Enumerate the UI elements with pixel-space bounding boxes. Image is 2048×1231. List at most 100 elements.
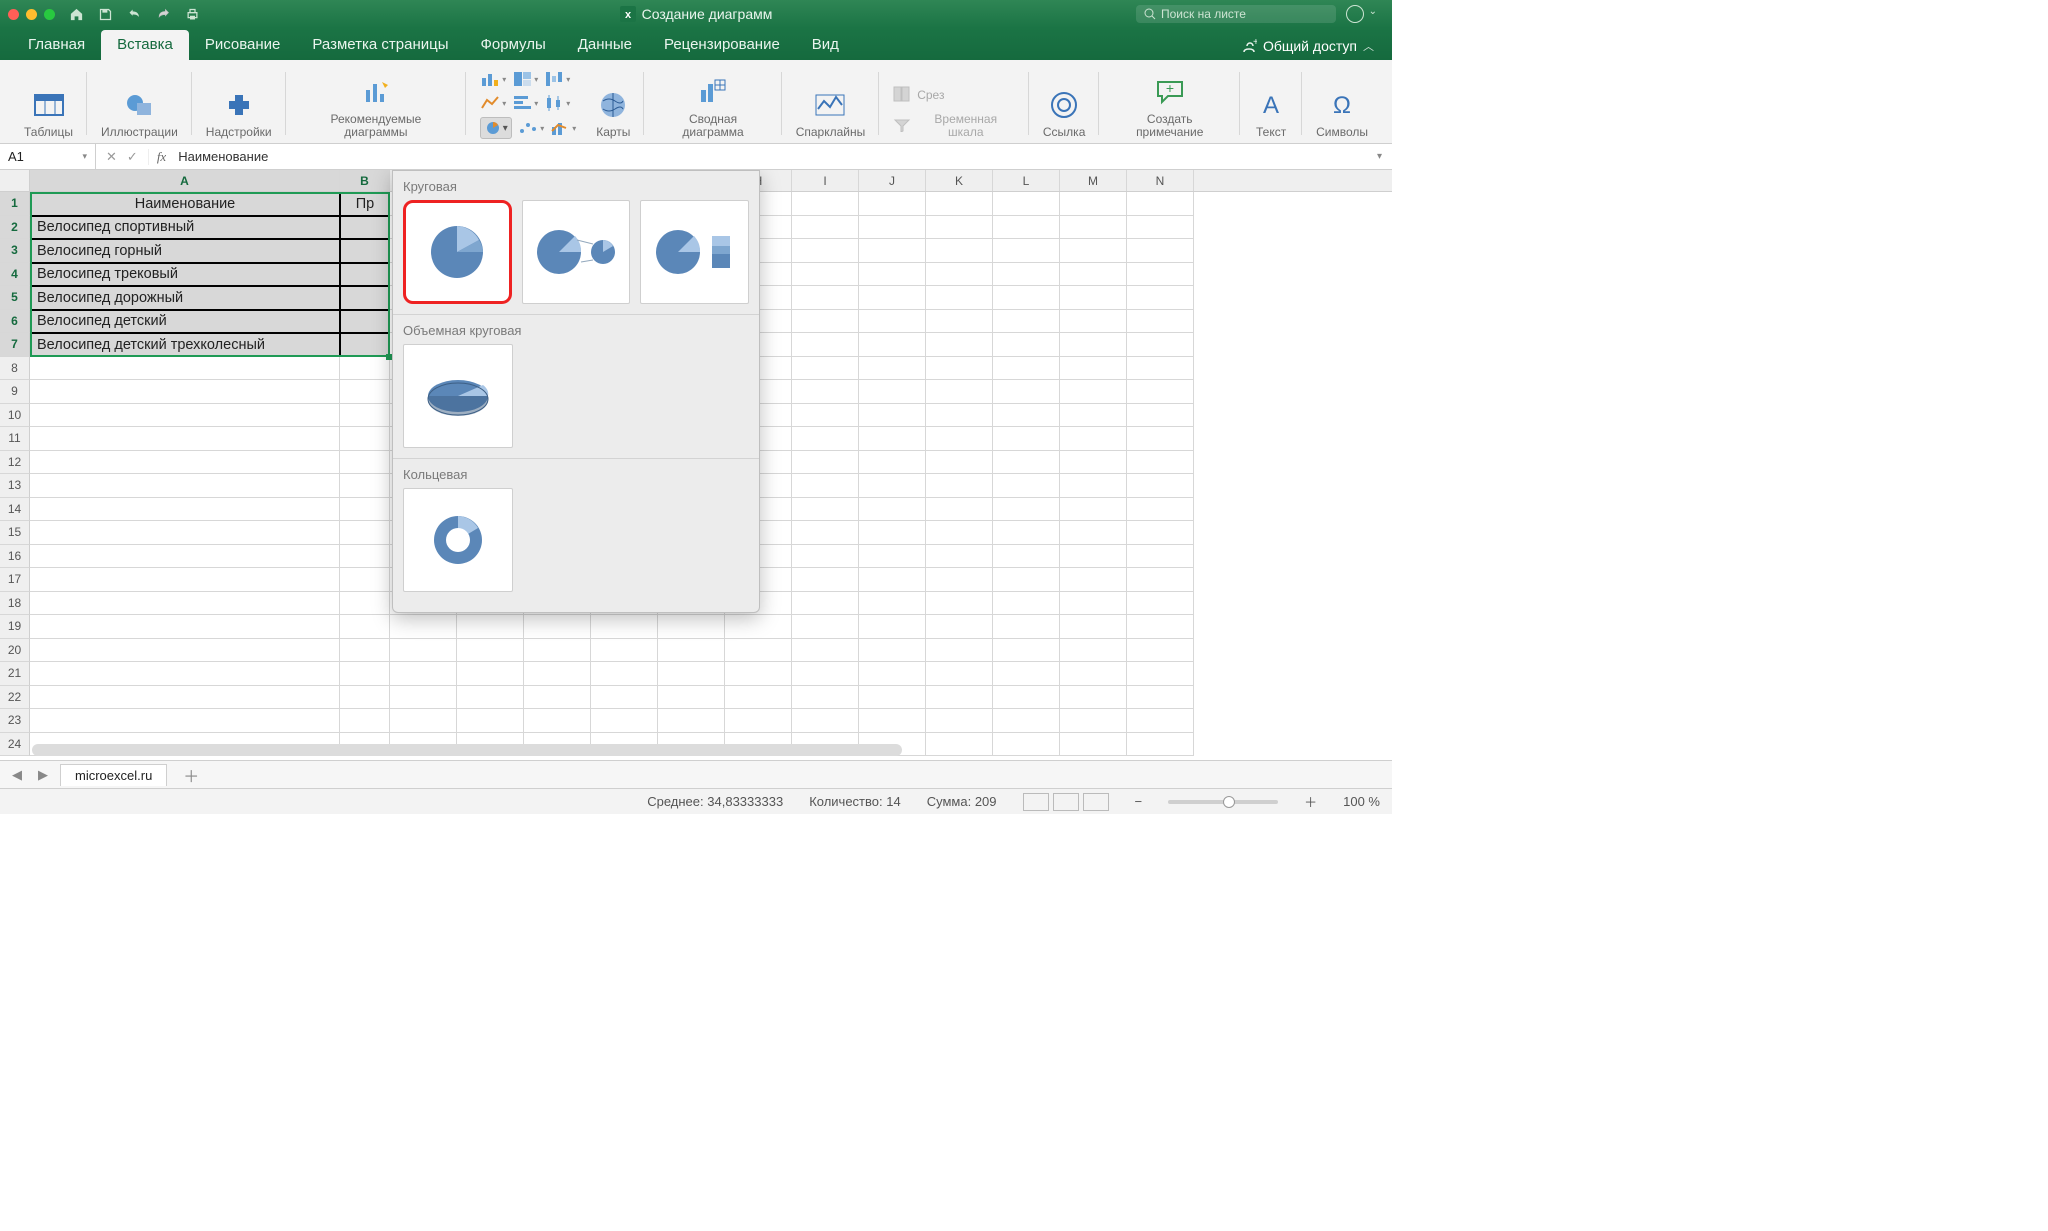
cell[interactable]: [792, 686, 859, 710]
cell[interactable]: [926, 216, 993, 240]
cell[interactable]: [926, 521, 993, 545]
group-text[interactable]: A Текст: [1240, 64, 1302, 143]
doughnut-option[interactable]: [403, 488, 513, 592]
cell[interactable]: [340, 404, 390, 428]
cell[interactable]: [340, 521, 390, 545]
cell[interactable]: [1060, 239, 1127, 263]
expand-formula-bar-icon[interactable]: ▾: [1367, 151, 1392, 162]
cell[interactable]: [658, 662, 725, 686]
cell[interactable]: [1127, 662, 1194, 686]
cell[interactable]: [591, 615, 658, 639]
cell[interactable]: [1127, 333, 1194, 357]
cell[interactable]: [993, 545, 1060, 569]
cell[interactable]: [993, 380, 1060, 404]
hierarchy-chart-icon[interactable]: [512, 69, 538, 89]
cell[interactable]: [859, 451, 926, 475]
cell[interactable]: [340, 545, 390, 569]
cell[interactable]: [1060, 263, 1127, 287]
cell[interactable]: [340, 474, 390, 498]
group-maps[interactable]: Карты: [582, 64, 644, 143]
cell[interactable]: [993, 239, 1060, 263]
share-button[interactable]: + Общий доступ: [1241, 38, 1357, 60]
cell[interactable]: [390, 709, 457, 733]
cell[interactable]: [926, 662, 993, 686]
row-head[interactable]: 5: [0, 286, 30, 310]
cell[interactable]: [340, 662, 390, 686]
cell[interactable]: [1127, 192, 1194, 216]
tab-review[interactable]: Рецензирование: [648, 30, 796, 60]
cell[interactable]: [1060, 639, 1127, 663]
tab-data[interactable]: Данные: [562, 30, 648, 60]
row-head[interactable]: 3: [0, 239, 30, 263]
print-icon[interactable]: [185, 7, 200, 22]
cell[interactable]: [792, 474, 859, 498]
page-break-view-button[interactable]: [1083, 793, 1109, 811]
cell[interactable]: [993, 709, 1060, 733]
group-sparklines[interactable]: Спарклайны: [782, 64, 880, 143]
row-head[interactable]: 21: [0, 662, 30, 686]
cell[interactable]: [993, 521, 1060, 545]
cell[interactable]: [1127, 545, 1194, 569]
cell[interactable]: [859, 498, 926, 522]
cell[interactable]: [340, 333, 390, 357]
cell[interactable]: [30, 498, 340, 522]
cell[interactable]: [993, 333, 1060, 357]
cell[interactable]: [926, 498, 993, 522]
cell[interactable]: [926, 357, 993, 381]
tab-view[interactable]: Вид: [796, 30, 855, 60]
cell[interactable]: [658, 639, 725, 663]
cell[interactable]: [859, 545, 926, 569]
row-head[interactable]: 1: [0, 192, 30, 216]
cell[interactable]: [1127, 474, 1194, 498]
cell[interactable]: [340, 380, 390, 404]
cell[interactable]: [1060, 286, 1127, 310]
normal-view-button[interactable]: [1023, 793, 1049, 811]
cell[interactable]: [1060, 568, 1127, 592]
cell[interactable]: [926, 709, 993, 733]
cell[interactable]: [859, 686, 926, 710]
cell[interactable]: [859, 239, 926, 263]
cell[interactable]: [30, 592, 340, 616]
cell[interactable]: [340, 216, 390, 240]
pie-of-pie-option[interactable]: [522, 200, 631, 304]
line-chart-icon[interactable]: [480, 93, 506, 113]
cell[interactable]: [926, 568, 993, 592]
cell[interactable]: [792, 404, 859, 428]
spreadsheet-grid[interactable]: A B C D E F G H I J K L M N 1Наименовани…: [0, 170, 1392, 760]
cell[interactable]: [524, 639, 591, 663]
cell[interactable]: [591, 639, 658, 663]
cell[interactable]: [859, 216, 926, 240]
cell[interactable]: [792, 263, 859, 287]
row-head[interactable]: 24: [0, 733, 30, 757]
cell[interactable]: [340, 639, 390, 663]
cell[interactable]: [1127, 568, 1194, 592]
row-head[interactable]: 4: [0, 263, 30, 287]
zoom-window-button[interactable]: [44, 9, 55, 20]
cell[interactable]: [1060, 192, 1127, 216]
cell[interactable]: [926, 192, 993, 216]
cell[interactable]: [1127, 427, 1194, 451]
cell[interactable]: [340, 615, 390, 639]
group-link[interactable]: Ссылка: [1029, 64, 1099, 143]
cell[interactable]: [859, 521, 926, 545]
cell[interactable]: [30, 474, 340, 498]
cell[interactable]: [926, 380, 993, 404]
cell[interactable]: [993, 310, 1060, 334]
cell[interactable]: [993, 451, 1060, 475]
cell[interactable]: [993, 404, 1060, 428]
row-head[interactable]: 23: [0, 709, 30, 733]
cell[interactable]: [658, 686, 725, 710]
cell[interactable]: Наименование: [30, 192, 340, 216]
cell[interactable]: [457, 615, 524, 639]
cell[interactable]: [792, 615, 859, 639]
cell[interactable]: [1060, 662, 1127, 686]
bar-of-pie-option[interactable]: [640, 200, 749, 304]
cell[interactable]: [792, 568, 859, 592]
cell[interactable]: [993, 498, 1060, 522]
statistic-chart-icon[interactable]: [544, 93, 570, 113]
cell[interactable]: [792, 357, 859, 381]
row-head[interactable]: 12: [0, 451, 30, 475]
cell[interactable]: [1127, 380, 1194, 404]
cell[interactable]: [1060, 521, 1127, 545]
cell[interactable]: [1127, 357, 1194, 381]
